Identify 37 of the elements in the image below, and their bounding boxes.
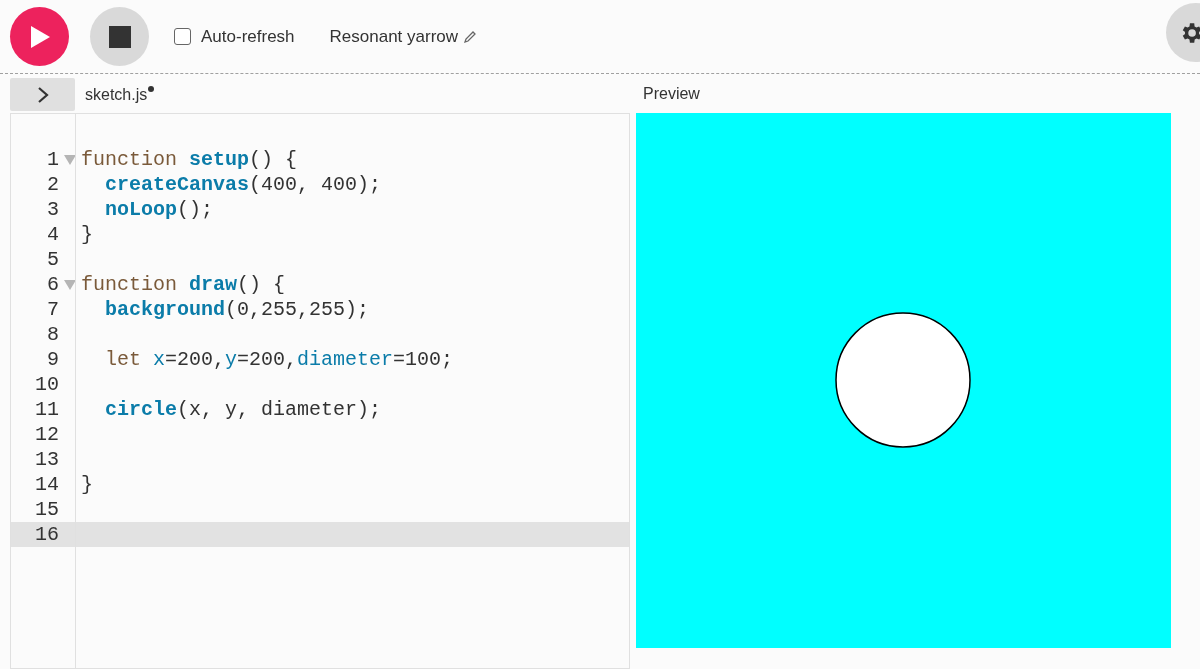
- code-line: }: [81, 222, 93, 247]
- code-line: createCanvas(400, 400);: [104, 172, 382, 197]
- code-line: }: [81, 472, 93, 497]
- checkbox-label: Auto-refresh: [201, 25, 295, 48]
- sidebar-toggle-button[interactable]: [10, 78, 75, 111]
- line-number: 5: [46, 247, 59, 272]
- line-number: 8: [46, 322, 59, 347]
- code-line: background(0,255,255);: [104, 297, 370, 322]
- line-number: 13: [34, 447, 59, 472]
- line-number: 1: [46, 147, 59, 172]
- code-editor[interactable]: 1 function setup() { 2 createCanvas(400, 400); 3 noLoop(); 4 } 5 6 function draw() { 7 background(0,255,255); 8 9 let x=200,y=200,diameter=100; 10 11 circle(x, y, diameter); 12 13 14 } 15 16: [10, 113, 630, 669]
- line-number: 7: [46, 297, 59, 322]
- line-number: 6: [46, 272, 59, 297]
- line-number: 10: [34, 372, 59, 397]
- line-number: 16: [34, 522, 59, 547]
- line-number: 3: [46, 197, 59, 222]
- code-line: let x=200,y=200,diameter=100;: [104, 347, 454, 372]
- line-number: 2: [46, 172, 59, 197]
- checkbox[interactable]: [174, 28, 191, 45]
- file-tab[interactable]: sketch.js: [85, 82, 148, 107]
- preview-label: Preview: [643, 83, 700, 104]
- code-line: function draw() {: [81, 272, 286, 297]
- code-line: function setup() {: [81, 147, 298, 172]
- line-number: 12: [34, 422, 59, 447]
- stop-icon: [108, 25, 131, 48]
- line-number: 9: [46, 347, 59, 372]
- line-number: 11: [34, 397, 59, 422]
- pencil-icon[interactable]: [464, 30, 478, 43]
- sketch-name[interactable]: Resonant yarrow: [329, 23, 459, 50]
- line-number: 14: [34, 472, 59, 497]
- line-number: 4: [46, 222, 59, 247]
- code-line: circle(x, y, diameter);: [104, 397, 382, 422]
- line-number: 15: [34, 497, 59, 522]
- code-line: noLoop();: [104, 197, 214, 222]
- play-icon: [28, 24, 51, 49]
- active-line-highlight[interactable]: 16: [11, 522, 629, 547]
- chevron-right-icon: [36, 85, 49, 104]
